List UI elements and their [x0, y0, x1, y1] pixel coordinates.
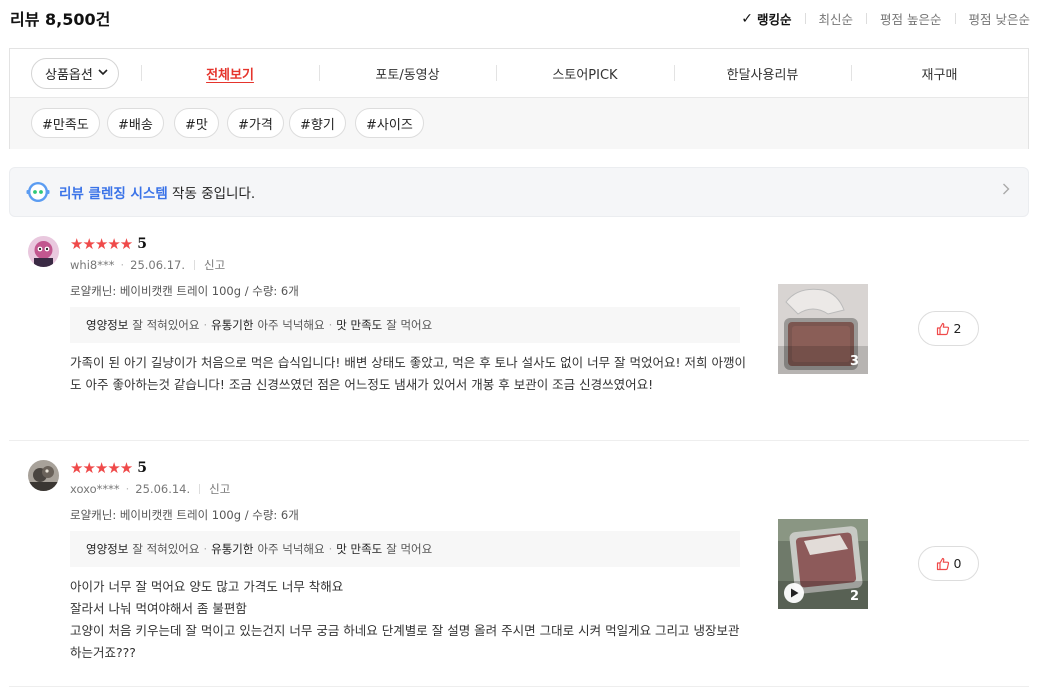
rating-score: 5: [137, 460, 147, 476]
reviewer-id: xoxo****: [70, 482, 120, 496]
review-date: 25.06.14.: [135, 482, 191, 496]
dot-separator: ·: [328, 318, 333, 332]
purchased-option: 로얄캐닌: 베이비캣캔 트레이 100g / 수량: 6개: [70, 508, 299, 522]
cleansing-system-name: 리뷰 클렌징 시스템: [59, 186, 168, 202]
sort-rating-high[interactable]: 평점 높은순: [880, 9, 941, 28]
photo-count: 3: [849, 354, 859, 369]
filter-tabs: 상품옵션 전체보기 포토/동영상 스토어PICK 한달사용리뷰 재구매: [10, 49, 1028, 98]
review-photo[interactable]: 3: [778, 284, 868, 374]
sort-rating-low[interactable]: 평점 낮은순: [969, 9, 1030, 28]
divider: [9, 686, 1029, 687]
survey-value: 아주 넉넉해요: [257, 542, 325, 556]
tag-price[interactable]: #가격: [227, 108, 284, 138]
review-survey: 영양정보 잘 적혀있어요 · 유통기한 아주 넉넉해요 · 맛 만족도 잘 먹어요: [70, 531, 740, 567]
sort-latest[interactable]: 최신순: [819, 9, 854, 28]
review-body-line: 잘라서 나눠 먹여야해서 좀 불편함: [70, 601, 247, 616]
tab-photo-video[interactable]: 포토/동영상: [319, 49, 496, 97]
purchased-option: 로얄캐닌: 베이비캣캔 트레이 100g / 수량: 6개: [70, 284, 299, 298]
thumbs-up-icon: [936, 557, 949, 570]
like-count: 2: [953, 321, 962, 336]
review-cleansing-banner[interactable]: 리뷰 클렌징 시스템 작동 중입니다.: [9, 167, 1029, 217]
review-total: 리뷰 8,500건: [10, 10, 111, 29]
divider: [9, 440, 1029, 441]
tab-month-review[interactable]: 한달사용리뷰: [674, 49, 851, 97]
keyword-tags: #만족도 #배송 #맛 #가격 #향기 #사이즈: [10, 98, 1028, 149]
divider: [954, 13, 956, 24]
dot-separator: ·: [125, 482, 130, 496]
review-meta: whi8*** · 25.06.17. 신고: [70, 257, 225, 273]
like-count: 0: [953, 556, 962, 571]
survey-value: 잘 적혀있어요: [132, 318, 200, 332]
dot-separator: ·: [203, 318, 208, 332]
survey-key: 영양정보: [86, 318, 129, 332]
survey-value: 잘 먹어요: [386, 542, 433, 556]
review-body: 가족이 된 아기 길냥이가 처음으로 먹은 습식입니다! 배변 상태도 좋았고,…: [70, 355, 746, 392]
review-video[interactable]: 2: [778, 519, 868, 609]
survey-value: 잘 먹어요: [386, 318, 433, 332]
dot-separator: ·: [328, 542, 333, 556]
reviewer-id: whi8***: [70, 258, 115, 272]
divider: [194, 260, 195, 270]
review-filter-panel: 상품옵션 전체보기 포토/동영상 스토어PICK 한달사용리뷰 재구매 #만족도…: [9, 48, 1029, 149]
tag-taste[interactable]: #맛: [174, 108, 219, 138]
survey-key: 맛 만족도: [336, 542, 383, 556]
report-link[interactable]: 신고: [204, 257, 225, 273]
report-link[interactable]: 신고: [209, 481, 230, 497]
review-item: ★★★★★ 5 whi8*** · 25.06.17. 신고 로얄캐닌: 베이비…: [9, 226, 1029, 441]
tab-repurchase[interactable]: 재구매: [851, 49, 1028, 97]
survey-key: 맛 만족도: [336, 318, 383, 332]
avatar[interactable]: [28, 236, 59, 267]
tag-delivery[interactable]: #배송: [107, 108, 164, 138]
dot-separator: ·: [120, 258, 125, 272]
photo-count: 2: [849, 589, 859, 604]
like-button[interactable]: 2: [918, 311, 979, 346]
survey-key: 영양정보: [86, 542, 129, 556]
review-body-line: 고양이 처음 키우는데 잘 먹이고 있는건지 너무 궁금 하네요 단계별로 잘 …: [70, 623, 740, 660]
review-date: 25.06.17.: [130, 258, 185, 272]
divider: [199, 484, 201, 494]
chevron-down-icon: [98, 68, 108, 79]
survey-value: 잘 적혀있어요: [132, 542, 200, 556]
review-meta: xoxo**** · 25.06.14. 신고: [70, 481, 230, 497]
chevron-right-icon: [1002, 183, 1010, 199]
survey-key: 유통기한: [211, 318, 254, 332]
survey-value: 아주 넉넉해요: [257, 318, 325, 332]
review-body-line: 아이가 너무 잘 먹어요 양도 많고 가격도 너무 착해요: [70, 579, 344, 594]
star-rating-icons: ★★★★★: [70, 458, 133, 477]
thumbs-up-icon: [936, 322, 949, 335]
rating-score: 5: [137, 236, 147, 252]
tag-satisfaction[interactable]: #만족도: [31, 108, 100, 138]
product-option-label: 상품옵션: [45, 68, 93, 83]
sort-ranking-label: 랭킹순: [757, 12, 792, 27]
like-button[interactable]: 0: [918, 546, 979, 581]
cleansing-message: 리뷰 클렌징 시스템 작동 중입니다.: [59, 182, 255, 202]
cleansing-status: 작동 중입니다.: [167, 186, 256, 202]
review-body: 아이가 너무 잘 먹어요 양도 많고 가격도 너무 착해요 잘라서 나눠 먹여야…: [70, 576, 746, 664]
review-item: ★★★★★ 5 xoxo**** · 25.06.14. 신고 로얄캐닌: 베이…: [9, 450, 1029, 688]
dot-separator: ·: [203, 542, 208, 556]
play-icon[interactable]: [784, 583, 804, 603]
divider: [866, 13, 868, 24]
rating: ★★★★★ 5: [70, 460, 147, 476]
tag-size[interactable]: #사이즈: [355, 108, 424, 138]
survey-key: 유통기한: [211, 542, 254, 556]
tag-scent[interactable]: #향기: [289, 108, 346, 138]
review-survey: 영양정보 잘 적혀있어요 · 유통기한 아주 넉넉해요 · 맛 만족도 잘 먹어요: [70, 307, 740, 343]
rating: ★★★★★ 5: [70, 236, 147, 252]
robot-icon: [26, 182, 50, 202]
tab-store-pick[interactable]: 스토어PICK: [496, 49, 674, 97]
avatar[interactable]: [28, 460, 59, 491]
divider: [804, 13, 806, 24]
sort-ranking[interactable]: ✓ 랭킹순: [741, 9, 791, 28]
star-rating-icons: ★★★★★: [70, 234, 133, 253]
product-option-dropdown[interactable]: 상품옵션: [31, 58, 119, 89]
tab-all[interactable]: 전체보기: [141, 49, 319, 97]
check-icon: ✓: [741, 10, 753, 27]
sort-options: ✓ 랭킹순 최신순 평점 높은순 평점 낮은순: [741, 9, 1030, 28]
review-header: 리뷰 8,500건 ✓ 랭킹순 최신순 평점 높은순 평점 낮은순: [10, 0, 1030, 36]
